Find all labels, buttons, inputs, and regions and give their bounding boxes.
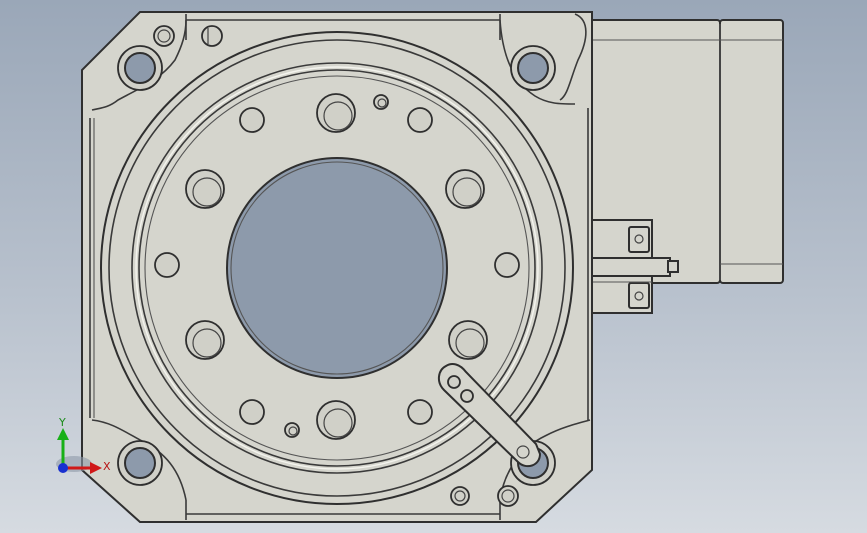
center-bore [226,157,448,379]
cad-viewport[interactable]: Y X [0,0,867,533]
table-hole-6 [185,169,225,209]
mount-hole-top-right [510,45,556,91]
mount-hole-bottom-left [117,440,163,486]
table-hole-4 [316,400,356,440]
table-hole-1 [316,93,356,133]
table-hole-5 [185,320,225,360]
triad-x-label: X [103,460,111,473]
mount-hole-top-left [117,45,163,91]
table-hole-3 [448,320,488,360]
triad-y-label: Y [58,416,66,429]
table-hole-2 [445,169,485,209]
